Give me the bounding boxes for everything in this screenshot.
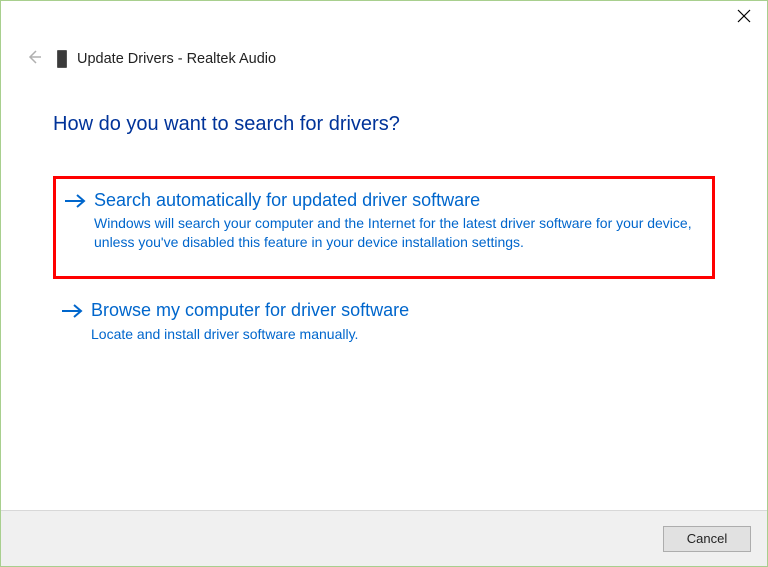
option-description: Locate and install driver software manua… [91,325,701,344]
option-text: Search automatically for updated driver … [88,189,698,252]
back-arrow-icon [26,49,42,70]
option-description: Windows will search your computer and th… [94,214,698,252]
option-browse-computer[interactable]: Browse my computer for driver software L… [53,289,715,357]
footer: Cancel [1,510,767,566]
option-search-automatically[interactable]: Search automatically for updated driver … [53,176,715,279]
update-drivers-dialog: Update Drivers - Realtek Audio How do yo… [1,1,767,566]
close-button[interactable] [735,9,753,27]
window-title: Update Drivers - Realtek Audio [77,51,276,67]
cancel-button[interactable]: Cancel [663,526,751,552]
option-title: Browse my computer for driver software [91,299,701,322]
titlebar [1,1,767,39]
content-area: How do you want to search for drivers? S… [1,75,767,510]
option-title: Search automatically for updated driver … [94,189,698,212]
arrow-right-icon [59,299,85,319]
header: Update Drivers - Realtek Audio [1,39,767,75]
close-icon [737,9,751,28]
option-text: Browse my computer for driver software L… [85,299,701,343]
page-heading: How do you want to search for drivers? [53,113,715,136]
arrow-right-icon [62,189,88,209]
back-button[interactable] [23,48,45,70]
device-icon [57,50,67,68]
